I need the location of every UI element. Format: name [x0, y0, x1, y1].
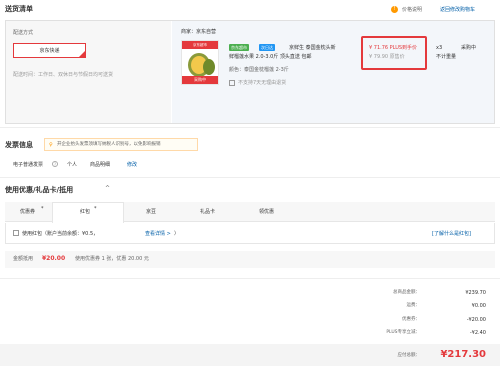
invoice-modify-link[interactable]: 修改: [127, 162, 137, 168]
tab-coupon[interactable]: 优惠券: [20, 209, 35, 215]
weight-info: 不计重量: [436, 54, 457, 60]
coupon-discount-label: 优惠券：: [402, 317, 420, 322]
stock-status: 采购中: [461, 45, 477, 51]
product-name-line2[interactable]: 鲜榴莲水果 2.0-3.0斤 顶头直送 包邮: [229, 54, 311, 60]
invoice-tip-text: 开企业抬头发票须填写纳税人识别号，以免影响报销: [57, 142, 161, 147]
delivery-time-text: 配送时间：工作日、双休日与节假日均可送货: [13, 72, 114, 78]
shipping-option-label: 京东快递: [39, 48, 60, 54]
discount-desc: 使用优惠券 1 张，优惠 20.00 元: [75, 256, 149, 262]
back-to-cart-link[interactable]: 返回修改购物车: [440, 7, 475, 13]
order-items-panel: [172, 21, 494, 123]
tab-gift-card[interactable]: 礼品卡: [200, 209, 215, 215]
divider: [0, 278, 500, 279]
shipping-method-title: 配送方式: [13, 30, 34, 36]
use-hongbao-checkbox[interactable]: [13, 230, 19, 236]
supermarket-tag: 京东超市: [229, 44, 249, 51]
shipping-fee-value: ¥0.00: [471, 303, 486, 309]
invoice-detail: 商品明细: [90, 162, 111, 168]
section-title-coupons: 使用优惠/礼品卡/抵用: [5, 186, 74, 194]
divider: [0, 127, 500, 128]
no-return-icon: [229, 80, 235, 86]
tab-hongbao-star: *: [94, 206, 97, 212]
tab-coupon-star: *: [41, 206, 44, 212]
selected-corner-icon: [79, 51, 85, 57]
divider: [0, 177, 500, 178]
merchant-label: 商家：京东自营: [181, 29, 217, 35]
tab-get-coupon[interactable]: 领优惠: [259, 209, 274, 215]
thumb-footer: 采购中: [182, 76, 218, 84]
section-title-invoice: 发票信息: [5, 141, 33, 149]
no-return-notice: 不支持7天无理由退货: [238, 80, 287, 86]
help-icon[interactable]: ?: [52, 161, 58, 167]
invoice-personal: 个人: [67, 162, 78, 168]
discount-value: ¥20.00: [42, 255, 66, 262]
section-title-delivery: 送货清单: [5, 5, 33, 13]
learn-hongbao-link[interactable]: [了解什么是红包]: [432, 231, 471, 237]
plus-discount-label: PLUS专享立减：: [386, 330, 420, 335]
tab-jingdou[interactable]: 京豆: [146, 209, 156, 215]
chevron-up-icon[interactable]: ^: [105, 185, 110, 192]
tab-hongbao[interactable]: 红包: [80, 209, 90, 215]
coupon-discount-value: -¥20.00: [466, 317, 486, 323]
shipping-option-jd-express[interactable]: 京东快递: [13, 43, 86, 58]
plus-discount-value: -¥2.40: [469, 330, 486, 336]
shipping-fee-label: 运费：: [406, 303, 421, 308]
original-price: ¥ 79.90 原售价: [369, 54, 405, 60]
product-name-line1[interactable]: 京鲜生 泰国金枕头新: [289, 45, 336, 51]
invoice-type: 电子普通发票: [13, 162, 44, 168]
product-color: 颜色：泰国金枕榴莲 2-3斤: [229, 67, 289, 73]
price-highlight-box: [361, 36, 427, 70]
use-hongbao-text: 使用红包（账户当前余额：¥0.5，: [22, 231, 99, 237]
total-goods-label: 总商品金额：: [393, 290, 420, 295]
quantity: x3: [436, 45, 443, 51]
price-info-link[interactable]: 价格说明: [402, 7, 422, 13]
use-hongbao-end: ）: [174, 231, 180, 237]
view-detail-link[interactable]: 查看详情 >: [145, 231, 171, 237]
payable-value: ¥217.30: [440, 349, 486, 360]
total-goods-value: ¥239.70: [465, 290, 486, 296]
info-icon: !: [391, 6, 398, 13]
bulb-icon: ♀: [49, 142, 53, 148]
payable-label: 应付总额：: [397, 353, 421, 358]
plus-price: ¥ 71.76 PLUS到手价: [369, 45, 418, 51]
payable-bar: [0, 344, 500, 366]
invoice-tip-box: ♀ 开企业抬头发票须填写纳税人识别号，以免影响报销: [44, 138, 198, 151]
product-image[interactable]: 京东超市 采购中: [181, 40, 219, 85]
next-day-tag: 次日达: [259, 44, 275, 51]
discount-label: 金额抵用: [13, 256, 34, 262]
